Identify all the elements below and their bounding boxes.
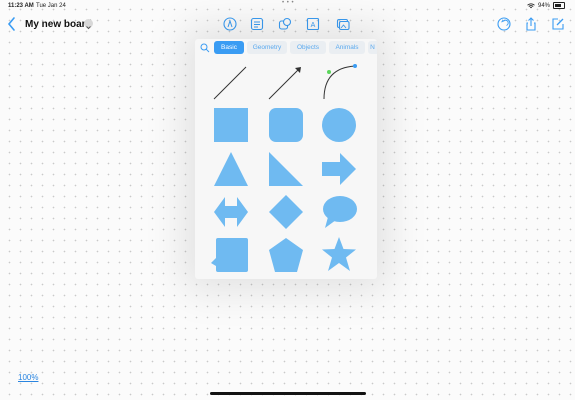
multitasking-dots[interactable]: • • •: [282, 0, 294, 6]
square-shape[interactable]: [212, 106, 250, 144]
speech-bubble-shape[interactable]: [320, 193, 358, 231]
curve-shape[interactable]: [319, 62, 359, 102]
share-icon[interactable]: [524, 17, 538, 31]
tab-basic[interactable]: Basic: [214, 41, 244, 54]
arrow-line-shape[interactable]: [267, 64, 305, 102]
back-chevron-icon[interactable]: [5, 16, 19, 32]
status-date: Tue Jan 24: [36, 3, 66, 9]
double-arrow-shape[interactable]: [212, 193, 250, 231]
battery-percent: 94%: [537, 2, 550, 9]
board-title[interactable]: My new board: [25, 19, 92, 30]
search-icon[interactable]: [200, 43, 210, 53]
shapes-icon[interactable]: [278, 17, 292, 31]
zoom-level[interactable]: 100%: [18, 373, 38, 382]
shapes-panel: Basic Geometry Objects Animals N: [195, 39, 377, 279]
shape-category-tabs: Basic Geometry Objects Animals N: [195, 39, 377, 57]
title-menu-chevron-icon[interactable]: [84, 19, 93, 30]
status-bar: 11:23 AM Tue Jan 24 • • • 94%: [0, 0, 575, 12]
edit-icon[interactable]: [551, 17, 565, 31]
rounded-square-shape[interactable]: [267, 106, 305, 144]
svg-text:A: A: [311, 22, 316, 29]
media-icon[interactable]: [336, 17, 350, 31]
note-icon[interactable]: [250, 17, 264, 31]
undo-icon[interactable]: [497, 17, 511, 31]
wifi-icon: [527, 2, 535, 8]
line-shape[interactable]: [212, 64, 250, 102]
pentagon-shape[interactable]: [267, 236, 305, 274]
tab-objects[interactable]: Objects: [290, 41, 326, 54]
status-right: 94%: [527, 2, 565, 9]
pen-icon[interactable]: [223, 17, 237, 31]
callout-square-shape[interactable]: [210, 236, 250, 274]
star-shape[interactable]: [320, 236, 358, 274]
triangle-shape[interactable]: [212, 150, 250, 188]
tab-more[interactable]: N: [368, 41, 377, 54]
status-time: 11:23 AM: [8, 3, 34, 9]
arrow-shape[interactable]: [320, 150, 358, 188]
tab-animals[interactable]: Animals: [329, 41, 365, 54]
battery-icon: [553, 2, 565, 9]
right-triangle-shape[interactable]: [267, 150, 305, 188]
toolbar: My new board A: [0, 14, 575, 36]
tab-geometry[interactable]: Geometry: [247, 41, 287, 54]
diamond-shape[interactable]: [267, 193, 305, 231]
home-indicator[interactable]: [210, 392, 366, 395]
circle-shape[interactable]: [320, 106, 358, 144]
text-icon[interactable]: A: [306, 17, 320, 31]
